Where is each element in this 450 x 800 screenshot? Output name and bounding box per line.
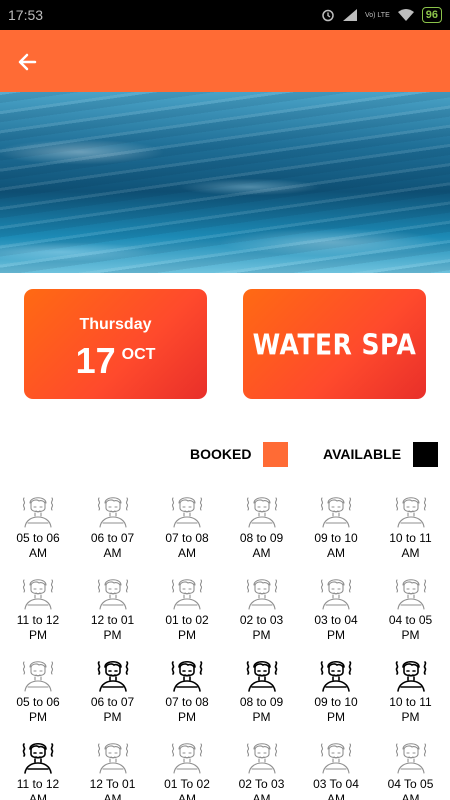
status-time: 17:53 [8, 7, 44, 23]
spa-person-icon [320, 743, 352, 774]
time-slot-label: 09 to 10 AM [314, 531, 358, 560]
time-slot[interactable]: 11 to 12 AM [3, 736, 73, 800]
time-slot[interactable]: 05 to 06 PM [3, 654, 73, 725]
time-slot[interactable]: 01 To 02 AM [152, 736, 222, 800]
spa-person-icon [22, 661, 54, 692]
date-line: 17 OCT [24, 341, 207, 381]
time-slot[interactable]: 06 to 07 PM [78, 654, 148, 725]
status-bar: 17:53 Vo) LTE 96 [0, 0, 450, 30]
time-slot[interactable]: 10 to 11 PM [376, 654, 446, 725]
time-slot[interactable]: 09 to 10 AM [301, 490, 371, 561]
time-slot[interactable]: 05 to 06 AM [3, 490, 73, 561]
legend-booked-label: BOOKED [190, 446, 252, 462]
time-slot-label: 06 to 07 PM [90, 695, 135, 724]
back-arrow-icon [18, 53, 37, 71]
time-slot-label: 07 to 08 AM [165, 531, 209, 560]
time-slot-label: 01 To 02 AM [164, 777, 210, 800]
time-slot[interactable]: 11 to 12 PM [3, 572, 73, 643]
time-slot[interactable]: 08 to 09 PM [227, 654, 297, 725]
spa-person-icon [320, 497, 352, 528]
time-slot-label: 10 to 11 PM [389, 695, 432, 724]
time-slot-label: 07 to 08 PM [165, 695, 209, 724]
time-slot-label: 12 to 01 PM [90, 613, 135, 642]
time-slot-label: 11 to 12 PM [16, 613, 60, 642]
time-slot-label: 09 to 10 PM [314, 695, 358, 724]
legend-available-label: AVAILABLE [323, 446, 402, 462]
signal-icon [342, 9, 357, 21]
time-slot-label: 02 To 03 AM [238, 777, 285, 800]
network-type: Vo) LTE [364, 11, 390, 19]
service-title: WATER SPA [252, 327, 417, 361]
time-slot[interactable]: 04 to 05 PM [376, 572, 446, 643]
time-slot[interactable]: 02 to 03 PM [227, 572, 297, 643]
alarm-icon [322, 9, 334, 22]
time-slot-label: 06 to 07 AM [90, 531, 135, 560]
spa-person-icon [320, 660, 352, 692]
spa-person-icon [395, 579, 426, 610]
time-slot[interactable]: 08 to 09 AM [227, 490, 297, 561]
time-slot-label: 02 to 03 PM [239, 613, 284, 642]
legend-booked: BOOKED [190, 441, 289, 467]
time-slot-label: 04 To 05 AM [387, 777, 434, 800]
spa-person-icon [246, 579, 277, 610]
spa-person-icon [246, 497, 277, 528]
time-slot-label: 05 to 06 AM [16, 531, 60, 560]
time-slot-label: 10 to 11 AM [389, 531, 432, 560]
spa-person-icon [246, 743, 277, 774]
spa-person-icon [22, 497, 54, 528]
service-title-card: WATER SPA [243, 289, 426, 399]
date-month: OCT [121, 346, 156, 363]
time-slot[interactable]: 02 To 03 AM [227, 736, 297, 800]
spa-person-icon [97, 497, 128, 528]
wifi-icon [397, 9, 414, 21]
spa-person-icon [246, 660, 277, 692]
spa-person-icon [320, 579, 352, 610]
time-slot[interactable]: 09 to 10 PM [301, 654, 371, 725]
date-weekday: Thursday [79, 316, 152, 333]
date-card: Thursday 17 OCT [24, 289, 207, 399]
time-slot[interactable]: 12 To 01 AM [78, 736, 148, 800]
spa-person-icon [171, 743, 203, 774]
status-icons: Vo) LTE 96 [321, 7, 442, 23]
time-slot[interactable]: 10 to 11 AM [376, 490, 446, 561]
hero-image-water [0, 92, 450, 273]
time-slot-label: 04 to 05 PM [388, 613, 433, 642]
time-slot-label: 08 to 09 PM [239, 695, 284, 724]
time-slot-label: 05 to 06 PM [16, 695, 60, 724]
spa-person-icon [395, 660, 426, 692]
legend-available-swatch [413, 441, 439, 467]
spa-person-icon [97, 660, 128, 692]
spa-person-icon [22, 579, 54, 610]
time-slot[interactable]: 07 to 08 AM [152, 490, 222, 561]
spa-person-icon [97, 579, 128, 610]
time-slot[interactable]: 04 To 05 AM [376, 736, 446, 800]
back-button[interactable] [10, 45, 44, 79]
time-slot[interactable]: 03 to 04 PM [301, 572, 371, 643]
time-slot-label: 12 To 01 AM [89, 777, 136, 800]
time-slot[interactable]: 12 to 01 PM [78, 572, 148, 643]
spa-person-icon [22, 742, 54, 774]
spa-person-icon [395, 743, 426, 774]
time-slot-label: 03 To 04 AM [313, 777, 359, 800]
time-slot-label: 03 to 04 PM [314, 613, 358, 642]
spa-person-icon [171, 497, 203, 528]
spa-person-icon [171, 660, 203, 692]
time-slot[interactable]: 07 to 08 PM [152, 654, 222, 725]
spa-person-icon [97, 743, 128, 774]
date-day: 17 [75, 340, 116, 381]
legend-booked-swatch [263, 441, 289, 467]
time-slot[interactable]: 06 to 07 AM [78, 490, 148, 561]
time-slot-label: 08 to 09 AM [239, 531, 284, 560]
spa-person-icon [395, 497, 426, 528]
time-slot-label: 01 to 02 PM [165, 613, 209, 642]
legend-available: AVAILABLE [323, 441, 439, 467]
spa-person-icon [171, 579, 203, 610]
time-slot[interactable]: 03 To 04 AM [301, 736, 371, 800]
app-bar [0, 30, 450, 92]
time-slot-label: 11 to 12 AM [16, 777, 60, 800]
time-slot[interactable]: 01 to 02 PM [152, 572, 222, 643]
battery-indicator: 96 [421, 7, 442, 23]
